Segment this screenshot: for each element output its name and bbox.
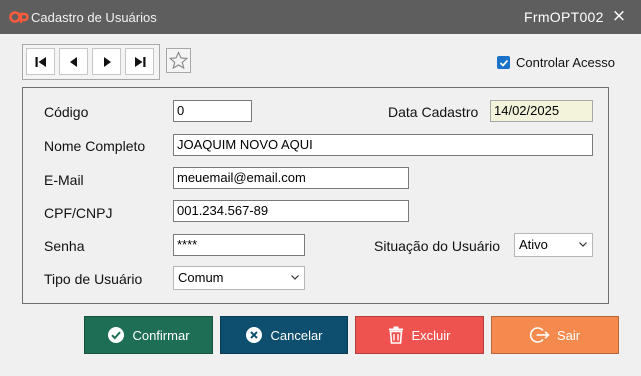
- title-bar: Cadastro de Usuários FrmOPT002 ×: [0, 0, 641, 34]
- previous-record-button[interactable]: [59, 48, 88, 75]
- previous-record-icon: [69, 56, 77, 67]
- controlar-acesso-label[interactable]: Controlar Acesso: [516, 55, 615, 70]
- cpf-field[interactable]: 001.234.567-89: [173, 200, 409, 222]
- email-field[interactable]: meuemail@email.com: [173, 167, 409, 189]
- cancelar-label: Cancelar: [270, 327, 323, 343]
- checkmark-icon: [499, 59, 508, 67]
- controlar-acesso-checkbox[interactable]: [497, 56, 510, 69]
- situacao-dropdown[interactable]: Ativo: [514, 233, 593, 257]
- excluir-label: Excluir: [411, 327, 451, 343]
- first-record-button[interactable]: [26, 48, 55, 75]
- cancel-circle-icon: [246, 327, 263, 343]
- nome-field[interactable]: JOAQUIM NOVO AQUI: [173, 134, 593, 156]
- data-cadastro-field[interactable]: 14/02/2025: [490, 100, 593, 122]
- star-icon: [169, 51, 188, 70]
- tipo-label: Tipo de Usuário: [44, 271, 143, 287]
- situacao-value: Ativo: [519, 237, 548, 252]
- tipo-value: Comum: [178, 270, 224, 285]
- window-title: Cadastro de Usuários: [31, 10, 157, 25]
- situacao-label: Situação do Usuário: [374, 238, 501, 254]
- check-circle-icon: [108, 327, 125, 343]
- cpf-label: CPF/CNPJ: [44, 205, 113, 221]
- last-record-icon: [134, 56, 145, 67]
- chevron-down-icon: [291, 275, 299, 280]
- close-button[interactable]: ×: [609, 6, 629, 26]
- next-record-button[interactable]: [92, 48, 121, 75]
- chevron-down-icon: [579, 242, 587, 247]
- trash-icon: [389, 326, 404, 344]
- senha-field[interactable]: ****: [173, 234, 305, 256]
- excluir-button[interactable]: Excluir: [355, 316, 484, 354]
- data-cadastro-label: Data Cadastro: [388, 104, 479, 120]
- next-record-icon: [103, 56, 111, 67]
- senha-label: Senha: [44, 238, 85, 254]
- confirmar-button[interactable]: Confirmar: [84, 316, 213, 354]
- nome-label: Nome Completo: [44, 138, 146, 154]
- exit-icon: [529, 327, 550, 343]
- codigo-label: Código: [44, 104, 89, 120]
- cancelar-button[interactable]: Cancelar: [220, 316, 348, 354]
- last-record-button[interactable]: [125, 48, 154, 75]
- sair-label: Sair: [556, 327, 581, 343]
- confirmar-label: Confirmar: [132, 327, 190, 343]
- first-record-icon: [35, 56, 46, 67]
- sair-button[interactable]: Sair: [491, 316, 619, 354]
- favorite-button[interactable]: [166, 48, 191, 73]
- record-navigator: [22, 44, 160, 80]
- tipo-dropdown[interactable]: Comum: [173, 266, 305, 290]
- form-code: FrmOPT002: [524, 9, 604, 25]
- codigo-field[interactable]: 0: [173, 100, 252, 122]
- email-label: E-Mail: [44, 172, 84, 188]
- app-logo-icon: [9, 11, 29, 23]
